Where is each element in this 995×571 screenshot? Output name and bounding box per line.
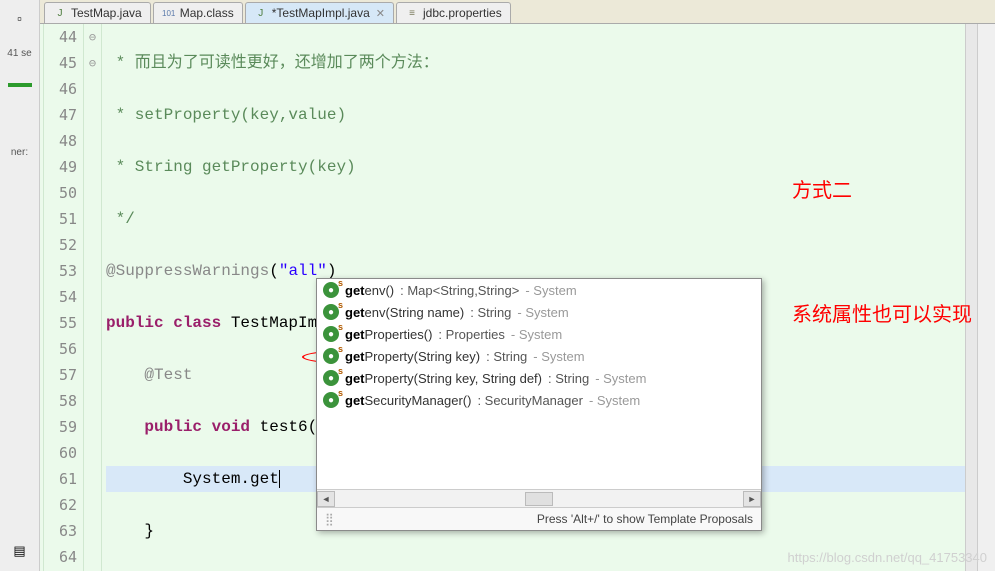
line-gutter: 44 45 46 47 48 49 50 51 52 53 54 55 56 5… xyxy=(44,24,84,571)
resize-grip-icon[interactable]: ⣿ xyxy=(325,512,341,526)
line-number: 63 xyxy=(44,518,77,544)
code-token: } xyxy=(144,522,154,540)
line-number: 64 xyxy=(44,544,77,570)
code-token: get xyxy=(250,470,279,488)
proposal-item[interactable]: ●getenv(String name) : String - System xyxy=(317,301,761,323)
popup-hscrollbar[interactable]: ◄ ► xyxy=(317,489,761,507)
tab-label: jdbc.properties xyxy=(423,6,502,20)
line-number: 52 xyxy=(44,232,77,258)
annotation-text: 方式二 xyxy=(792,178,852,204)
scroll-thumb[interactable] xyxy=(525,492,553,506)
code-line: * setProperty(key,value) xyxy=(106,106,346,124)
code-token: System. xyxy=(183,470,250,488)
code-token: @Test xyxy=(144,366,192,384)
overview-ruler[interactable] xyxy=(965,24,977,571)
close-icon[interactable]: ✕ xyxy=(376,7,385,20)
tab-testmapimpl[interactable]: J *TestMapImpl.java ✕ xyxy=(245,2,394,23)
left-toolbar: ▫ 41 se ner: ▤ xyxy=(0,0,40,571)
line-number: 59 xyxy=(44,414,77,440)
annotation-text: 系统属性也可以实现 xyxy=(792,302,972,328)
fold-toggle[interactable]: ⊖ xyxy=(84,50,101,76)
line-number: 54 xyxy=(44,284,77,310)
method-icon: ● xyxy=(323,348,339,364)
java-file-icon: J xyxy=(254,6,268,20)
line-number: 50 xyxy=(44,180,77,206)
java-file-icon: J xyxy=(53,6,67,20)
line-number: 44 xyxy=(44,24,77,50)
line-number: 56 xyxy=(44,336,77,362)
method-icon: ● xyxy=(323,392,339,408)
text-caret xyxy=(279,470,280,488)
code-token: ( xyxy=(269,262,279,280)
fold-toggle[interactable]: ⊖ xyxy=(84,24,101,50)
line-number: 60 xyxy=(44,440,77,466)
tab-jdbcprops[interactable]: ≡ jdbc.properties xyxy=(396,2,511,23)
properties-file-icon: ≡ xyxy=(405,6,419,20)
code-line: * String getProperty(key) xyxy=(106,158,356,176)
line-number: 62 xyxy=(44,492,77,518)
proposal-item[interactable]: ●getenv() : Map<String,String> - System xyxy=(317,279,761,301)
editor-tabs: J TestMap.java 101 Map.class J *TestMapI… xyxy=(40,0,995,24)
method-icon: ● xyxy=(323,370,339,386)
tab-label: *TestMapImpl.java xyxy=(272,6,370,20)
code-line: */ xyxy=(106,210,135,228)
watermark: https://blog.csdn.net/qq_41753340 xyxy=(788,550,988,565)
code-token: public class xyxy=(106,314,221,332)
proposal-item[interactable]: ●getProperty(String key) : String - Syst… xyxy=(317,345,761,367)
line-number: 45 xyxy=(44,50,77,76)
class-file-icon: 101 xyxy=(162,6,176,20)
line-number: 53 xyxy=(44,258,77,284)
line-number: 58 xyxy=(44,388,77,414)
view-icon[interactable]: ▤ xyxy=(10,541,30,561)
proposal-list: ●getenv() : Map<String,String> - System … xyxy=(317,279,761,489)
method-icon: ● xyxy=(323,282,339,298)
line-number: 61 xyxy=(44,466,77,492)
editor-area: J TestMap.java 101 Map.class J *TestMapI… xyxy=(40,0,995,571)
line-number: 48 xyxy=(44,128,77,154)
popup-hint: Press 'Alt+/' to show Template Proposals xyxy=(341,512,753,526)
progress-bar xyxy=(8,83,32,87)
toolbar-icon[interactable]: ▫ xyxy=(10,8,30,28)
line-number: 46 xyxy=(44,76,77,102)
proposal-item[interactable]: ●getProperties() : Properties - System xyxy=(317,323,761,345)
tab-testmap[interactable]: J TestMap.java xyxy=(44,2,151,23)
fold-column[interactable]: ⊖ ⊖ xyxy=(84,24,102,571)
code-token: @SuppressWarnings xyxy=(106,262,269,280)
proposal-item[interactable]: ●getSecurityManager() : SecurityManager … xyxy=(317,389,761,411)
proposal-item[interactable]: ●getProperty(String key, String def) : S… xyxy=(317,367,761,389)
code-line: * 而且为了可读性更好，还增加了两个方法： xyxy=(106,54,439,72)
scroll-right-icon[interactable]: ► xyxy=(743,491,761,507)
tab-label: TestMap.java xyxy=(71,6,142,20)
line-number: 51 xyxy=(44,206,77,232)
method-icon: ● xyxy=(323,326,339,342)
tab-mapclass[interactable]: 101 Map.class xyxy=(153,2,243,23)
line-number: 47 xyxy=(44,102,77,128)
scroll-left-icon[interactable]: ◄ xyxy=(317,491,335,507)
line-number: 55 xyxy=(44,310,77,336)
line-number: 49 xyxy=(44,154,77,180)
line-number: 57 xyxy=(44,362,77,388)
tab-label: Map.class xyxy=(180,6,234,20)
method-icon: ● xyxy=(323,304,339,320)
code-token: public void xyxy=(144,418,250,436)
content-assist-popup: ●getenv() : Map<String,String> - System … xyxy=(316,278,762,531)
runner-label: 41 se xyxy=(7,48,31,59)
vertical-scrollbar[interactable] xyxy=(977,24,995,571)
ner-label: ner: xyxy=(11,147,28,158)
popup-footer: ⣿ Press 'Alt+/' to show Template Proposa… xyxy=(317,507,761,530)
